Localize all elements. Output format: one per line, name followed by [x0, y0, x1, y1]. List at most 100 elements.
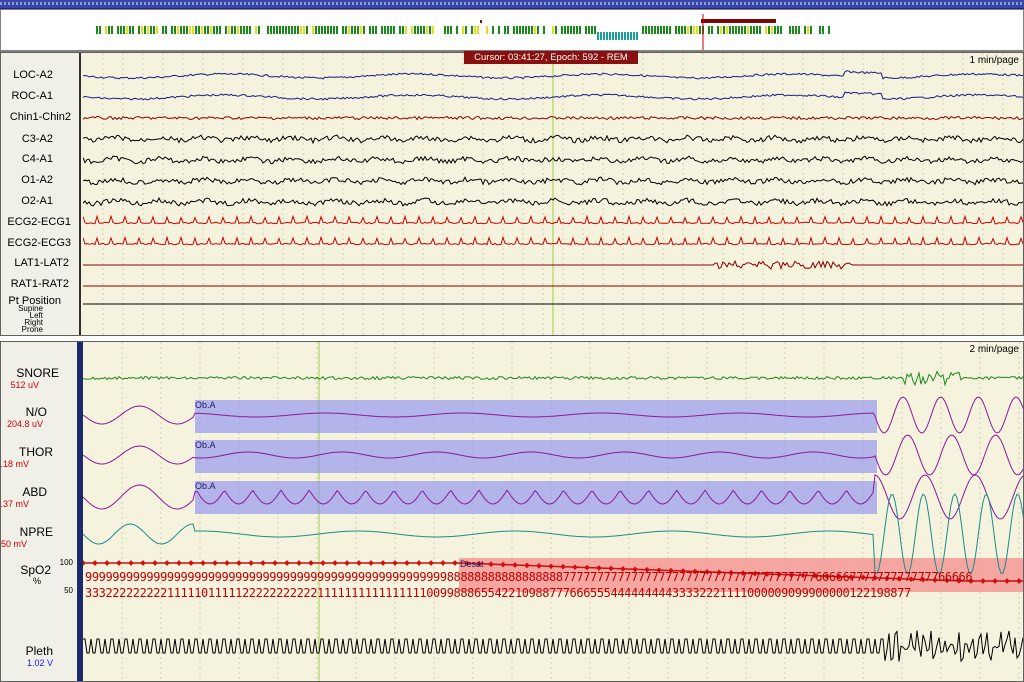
hypnogram-bar: [777, 26, 779, 34]
hypnogram-bar: [687, 26, 689, 34]
hypnogram-bar: [96, 26, 98, 34]
hypnogram-bar: [597, 32, 599, 40]
hypnogram-bar: [417, 26, 419, 34]
channel-scale-snore: 512 uV: [10, 380, 39, 390]
hypnogram-bar: [828, 26, 830, 34]
hypnogram-bar: [285, 26, 287, 34]
hypnogram-bar: [537, 26, 539, 34]
channel-label-thor: THOR: [19, 445, 53, 459]
hypnogram-bar: [426, 26, 428, 34]
respiratory-panel[interactable]: SNORE 512 uV N/O 204.8 uV THOR 2.18 mV A…: [0, 341, 1024, 682]
hypnogram-bar: [156, 26, 158, 34]
hypnogram-bar: [300, 26, 302, 34]
hypnogram-bar: [471, 26, 473, 34]
event-label-desat: Desat: [460, 559, 484, 569]
hypnogram-bar: [474, 26, 476, 34]
hypnogram-bar: [267, 26, 269, 34]
hypnogram-rem-bar: [701, 19, 776, 23]
hypnogram-bar: [747, 26, 749, 34]
hypnogram-bar: [447, 26, 449, 34]
hypnogram-bar: [177, 26, 179, 34]
hypnogram-bar: [543, 26, 545, 34]
hypnogram-bar: [600, 32, 602, 40]
channel-scale-abd: 4.37 mV: [0, 499, 29, 509]
hypnogram-bar: [180, 26, 182, 34]
hypnogram-bar: [234, 26, 236, 34]
hypnogram-bar: [720, 26, 722, 34]
resp-channel-labels: SNORE 512 uV N/O 204.8 uV THOR 2.18 mV A…: [1, 342, 81, 681]
hypnogram-bar: [105, 26, 107, 34]
hypnogram-bar: [621, 32, 623, 40]
hypnogram-bar: [387, 26, 389, 34]
time-scale-label: 1 min/page: [969, 55, 1019, 66]
hypnogram-bar: [675, 26, 677, 34]
hypnogram-graph: [96, 14, 830, 50]
hypnogram-bar: [681, 26, 683, 34]
hypnogram-bar: [123, 26, 125, 34]
hypnogram-bar: [318, 26, 320, 34]
hypnogram-bar: [330, 26, 332, 34]
hypnogram-bar: [585, 26, 587, 34]
hypnogram-bar: [480, 20, 482, 23]
hypnogram-bar: [372, 26, 374, 34]
hypnogram-bar: [711, 26, 713, 34]
hypnogram-strip[interactable]: [0, 9, 1024, 51]
hypnogram-bar: [288, 26, 290, 34]
channel-label-lat: LAT1-LAT2: [14, 257, 69, 269]
eeg-tracks[interactable]: 1 min/page: [83, 53, 1023, 335]
hypnogram-bar: [270, 26, 272, 34]
hypnogram-bar: [477, 26, 479, 34]
hypnogram-bar: [246, 26, 248, 34]
hypnogram-bar: [189, 26, 191, 34]
hypnogram-bar: [561, 26, 563, 34]
hypnogram-bar: [174, 26, 176, 34]
hypnogram-bar: [666, 26, 668, 34]
hypnogram-bar: [375, 26, 377, 34]
hypnogram-bar: [723, 26, 725, 34]
eeg-waveforms: [83, 53, 1023, 335]
hypnogram-bar: [147, 26, 149, 34]
hypnogram-bar: [357, 26, 359, 34]
hypnogram-bar: [603, 32, 605, 40]
pleth-trace: [83, 630, 1023, 663]
hypnogram-bar: [516, 26, 518, 34]
hypnogram-bar: [390, 26, 392, 34]
hypnogram-bar: [255, 26, 257, 34]
channel-label-c3-a2: C3-A2: [21, 133, 53, 145]
eeg-panel[interactable]: LOC-A2 ROC-A1 Chin1-Chin2 C3-A2 C4-A1 O1…: [0, 52, 1024, 336]
hypnogram-bar: [165, 26, 167, 34]
channel-label-rat: RAT1-RAT2: [10, 278, 69, 290]
hypnogram-bar: [522, 26, 524, 34]
hypnogram-bar: [456, 26, 458, 34]
hypnogram-bar: [294, 26, 296, 34]
hypnogram-bar: [195, 26, 197, 34]
hypnogram-bar: [393, 26, 395, 34]
hypnogram-bar: [744, 26, 746, 34]
hypnogram-bar: [276, 26, 278, 34]
hypnogram-bar: [531, 26, 533, 34]
channel-label-spo2: SpO2: [20, 563, 51, 577]
hypnogram-bar: [669, 26, 671, 34]
hypnogram-bar: [663, 26, 665, 34]
hypnogram-bar: [627, 32, 629, 40]
hypnogram-bar: [690, 26, 692, 34]
hypnogram-bar: [306, 26, 308, 34]
hypnogram-bar: [411, 26, 413, 34]
hypnogram-bar: [282, 26, 284, 34]
resp-tracks[interactable]: 2 min/page Ob.A Ob.A Ob.A Desat 99999999…: [83, 342, 1023, 681]
channel-label-abd: ABD: [22, 485, 47, 499]
hypnogram-bar: [360, 26, 362, 34]
hypnogram-bar: [354, 26, 356, 34]
hypnogram-bar: [384, 26, 386, 34]
channel-label-ecg2-ecg3: ECG2-ECG3: [7, 237, 71, 249]
position-level-prone: Prone: [21, 325, 43, 334]
hypnogram-bar: [609, 32, 611, 40]
channel-label-chin: Chin1-Chin2: [9, 111, 71, 123]
hypnogram-bar: [249, 26, 251, 34]
spo2-values-ones: 3332222222221111101111122222222222111111…: [85, 586, 911, 600]
hypnogram-bar: [612, 32, 614, 40]
hypnogram-bar: [570, 26, 572, 34]
hypnogram-bar: [108, 26, 110, 34]
hypnogram-bar: [414, 26, 416, 34]
hypnogram-bar: [654, 26, 656, 34]
